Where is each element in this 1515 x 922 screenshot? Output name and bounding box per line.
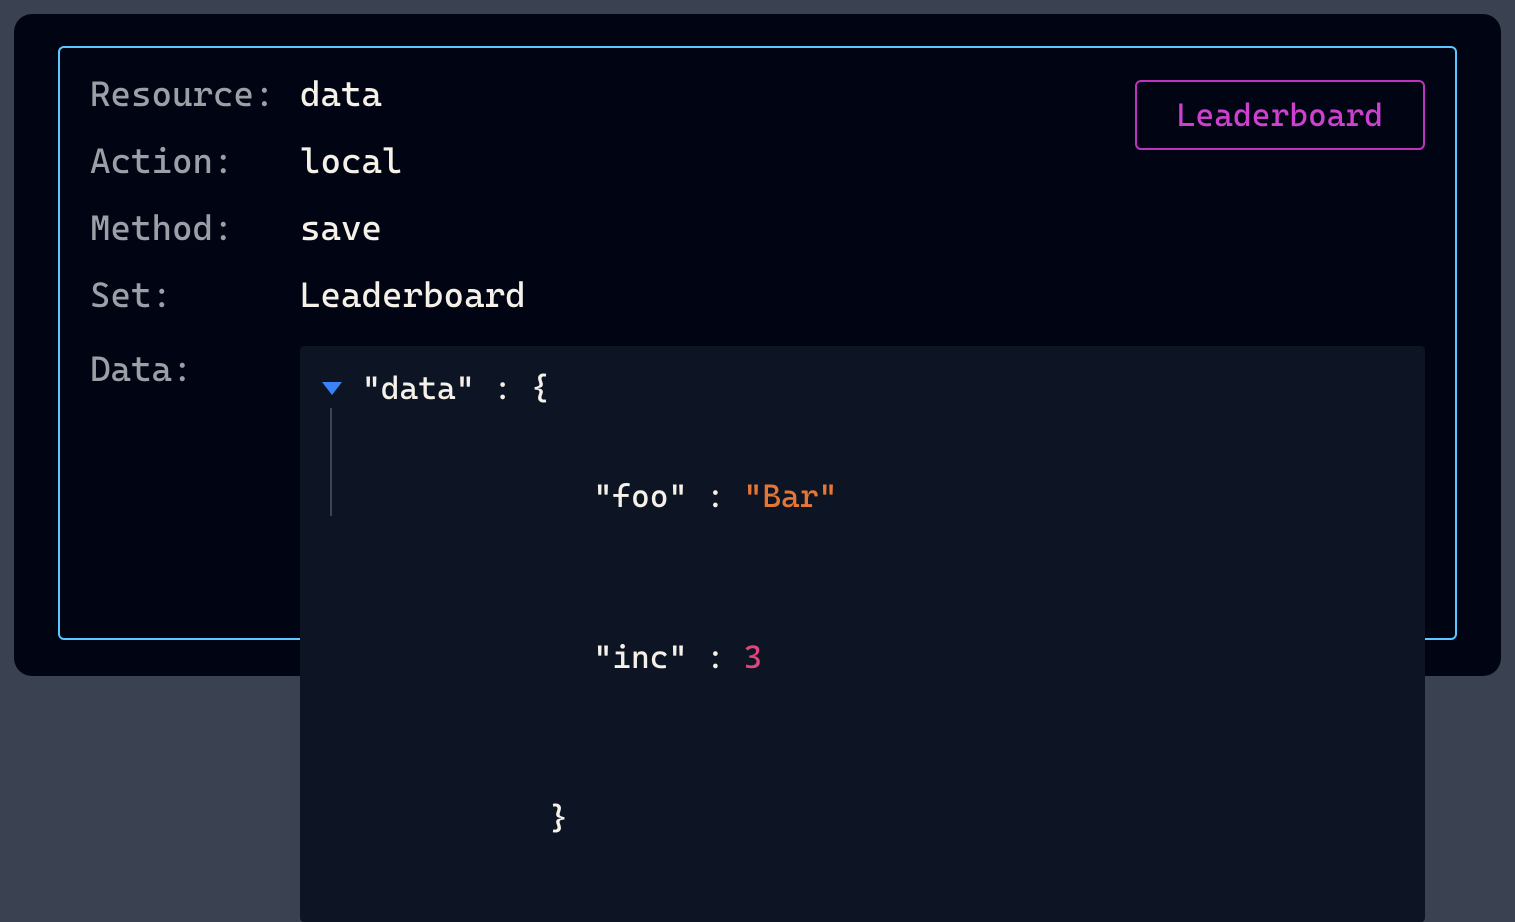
json-guide-line [330, 408, 332, 516]
json-close-line: } [318, 738, 1407, 899]
field-row-set: Set: Leaderboard [90, 279, 1425, 314]
field-row-action: Action: local [90, 145, 1425, 180]
json-key-inc: "inc" [594, 638, 688, 676]
set-label: Set: [90, 279, 300, 314]
json-entry-inc: "inc" : 3 [318, 577, 1407, 738]
action-value: local [300, 145, 403, 180]
data-label: Data: [90, 346, 300, 390]
request-panel: Leaderboard Resource: data Action: local… [14, 14, 1501, 676]
json-entry-foo: "foo" : "Bar" [318, 416, 1407, 577]
resource-label: Resource: [90, 78, 300, 113]
method-label: Method: [90, 212, 300, 247]
json-root-line: "data" : { [318, 362, 1407, 416]
json-close-brace: } [550, 799, 569, 837]
json-value-inc: 3 [744, 638, 763, 676]
method-value: save [300, 212, 382, 247]
collapse-triangle-icon[interactable] [322, 382, 342, 395]
resource-value: data [300, 78, 382, 113]
json-root-key: "data" [362, 362, 475, 416]
set-value: Leaderboard [300, 279, 526, 314]
json-viewer: "data" : { "foo" : "Bar" "inc" : 3 } [300, 346, 1425, 922]
leaderboard-button[interactable]: Leaderboard [1135, 80, 1425, 150]
action-label: Action: [90, 145, 300, 180]
json-open-brace: : { [475, 362, 550, 416]
field-row-data: Data: "data" : { "foo" : "Bar" "inc" : 3… [90, 346, 1425, 922]
json-key-foo: "foo" [594, 477, 688, 515]
field-row-method: Method: save [90, 212, 1425, 247]
json-value-foo: "Bar" [744, 477, 838, 515]
json-sep-inc: : [687, 638, 743, 676]
json-sep-foo: : [687, 477, 743, 515]
request-details-box: Leaderboard Resource: data Action: local… [58, 46, 1457, 640]
